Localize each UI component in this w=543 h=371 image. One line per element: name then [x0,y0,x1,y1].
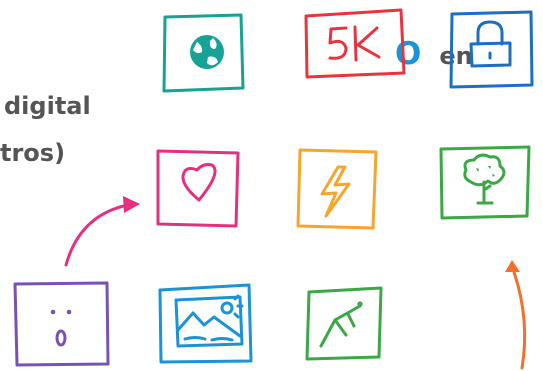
lightning-icon [296,148,378,230]
arrow-up-right-pink [64,196,140,267]
5k-icon [304,8,406,79]
canvas: Oen digital tros) [0,0,543,371]
tree-icon [439,145,531,220]
surprised-face-icon [13,281,110,367]
arrow-up-orange [505,260,527,370]
lock-icon [449,10,534,89]
heart-icon [156,149,240,228]
climber-icon [305,286,383,361]
illustration [13,8,534,370]
landscape-icon [158,283,253,364]
globe-icon [162,13,245,93]
